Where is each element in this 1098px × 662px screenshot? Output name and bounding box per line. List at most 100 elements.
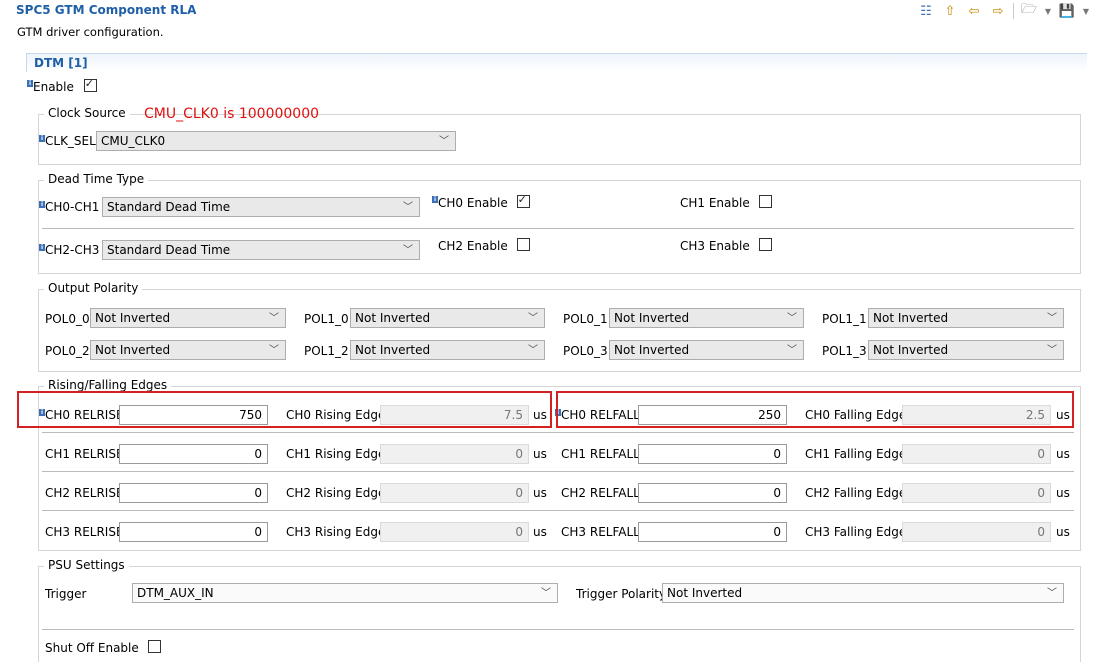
- forward-arrow-icon[interactable]: ⇨: [989, 3, 1007, 19]
- psu-settings-group: [38, 566, 1081, 662]
- pol1-0-combo[interactable]: Not Inverted ﹀: [350, 308, 545, 328]
- unit-label: us: [1056, 447, 1070, 461]
- trigger-polarity-value: Not Inverted: [667, 586, 743, 600]
- pol1-2-combo[interactable]: Not Inverted ﹀: [350, 340, 545, 360]
- enable-label: Enable: [33, 80, 74, 94]
- ch1-falling-value: 0: [902, 444, 1051, 464]
- ch2-enable-label: CH2 Enable: [438, 239, 508, 253]
- clock-source-label: Clock Source: [44, 106, 130, 120]
- editor-toolbar: ☷ ⇧ ⇦ ⇨ 🗁 ▼ 💾 ▼: [917, 2, 1090, 20]
- enable-checkbox[interactable]: [83, 77, 97, 92]
- pol1-2-value: Not Inverted: [355, 343, 431, 357]
- pol1-0-value: Not Inverted: [355, 311, 431, 325]
- pol1-3-combo[interactable]: Not Inverted ﹀: [868, 340, 1064, 360]
- pol1-1-combo[interactable]: Not Inverted ﹀: [868, 308, 1064, 328]
- trigger-combo[interactable]: DTM_AUX_IN ﹀: [132, 583, 558, 603]
- back-arrow-icon[interactable]: ⇦: [965, 3, 983, 19]
- ch1-relrise-label: CH1 RELRISE: [45, 447, 124, 461]
- ch3-rising-value: 0: [380, 522, 529, 542]
- psu-divider: [42, 629, 1074, 630]
- pol0-1-combo[interactable]: Not Inverted ﹀: [609, 308, 804, 328]
- dropdown-icon[interactable]: ▼: [1082, 3, 1090, 19]
- trigger-polarity-combo[interactable]: Not Inverted ﹀: [662, 583, 1064, 603]
- pol1-2-label: POL1_2: [304, 344, 349, 358]
- ch3-relrise-label: CH3 RELRISE: [45, 525, 124, 539]
- ch0-ch1-combo[interactable]: Standard Dead Time ﹀: [102, 197, 420, 217]
- pol0-2-label: POL0_2: [45, 344, 90, 358]
- ch2-ch3-value: Standard Dead Time: [107, 243, 231, 257]
- unit-label: us: [1056, 486, 1070, 500]
- pol0-0-label: POL0_0: [45, 312, 90, 326]
- enable-row: i Enable: [27, 77, 97, 94]
- edges-label: Rising/Falling Edges: [44, 378, 172, 392]
- unit-label: us: [1056, 525, 1070, 539]
- pol0-0-combo[interactable]: Not Inverted ﹀: [90, 308, 286, 328]
- ch0-ch1-label: CH0-CH1: [45, 200, 100, 214]
- trigger-label: Trigger: [45, 587, 87, 601]
- output-polarity-label: Output Polarity: [44, 281, 143, 295]
- clk-sel-label-wrap: i CLK_SEL: [39, 134, 96, 148]
- save-icon[interactable]: 💾: [1058, 3, 1076, 19]
- pol0-1-value: Not Inverted: [614, 311, 690, 325]
- ch0-ch1-label-wrap: i CH0-CH1: [39, 200, 99, 214]
- ch1-relrise-field[interactable]: 0: [119, 444, 268, 464]
- chevron-down-icon: ﹀: [1047, 588, 1057, 599]
- editor-subtitle: GTM driver configuration.: [17, 25, 164, 39]
- ch3-relrise-field[interactable]: 0: [119, 522, 268, 542]
- chevron-down-icon: ﹀: [403, 202, 413, 213]
- clk-sel-value: CMU_CLK0: [101, 134, 166, 148]
- edges-divider: [42, 432, 1074, 433]
- pol0-3-combo[interactable]: Not Inverted ﹀: [609, 340, 804, 360]
- chevron-down-icon: ﹀: [787, 313, 797, 324]
- chevron-down-icon: ﹀: [528, 345, 538, 356]
- ch3-falling-label: CH3 Falling Edge: [805, 525, 907, 539]
- ch1-rising-label: CH1 Rising Edge: [286, 447, 386, 461]
- shutoff-label: Shut Off Enable: [45, 641, 139, 655]
- clk-sel-label: CLK_SEL: [45, 134, 96, 148]
- pol1-0-label: POL1_0: [304, 312, 349, 326]
- trigger-value: DTM_AUX_IN: [137, 586, 214, 600]
- ch2-ch3-combo[interactable]: Standard Dead Time ﹀: [102, 240, 420, 260]
- ch1-falling-label: CH1 Falling Edge: [805, 447, 907, 461]
- ch2-rising-value: 0: [380, 483, 529, 503]
- ch3-relfall-field[interactable]: 0: [638, 522, 787, 542]
- ch2-falling-value: 0: [902, 483, 1051, 503]
- clk-sel-combo[interactable]: CMU_CLK0 ﹀: [96, 131, 456, 151]
- unit-label: us: [533, 447, 547, 461]
- ch2-ch3-label: CH2-CH3: [45, 243, 100, 257]
- dead-time-label: Dead Time Type: [44, 172, 149, 186]
- shutoff-checkbox[interactable]: [147, 640, 161, 653]
- highlight-box: [556, 391, 1074, 428]
- section-title[interactable]: DTM [1]: [34, 56, 88, 70]
- ch1-enable-checkbox[interactable]: [758, 195, 772, 208]
- toolbar-separator: [1013, 3, 1014, 19]
- pol0-2-combo[interactable]: Not Inverted ﹀: [90, 340, 286, 360]
- dropdown-icon[interactable]: ▼: [1044, 3, 1052, 19]
- ch2-relfall-field[interactable]: 0: [638, 483, 787, 503]
- ch0-ch1-value: Standard Dead Time: [107, 200, 231, 214]
- clock-annotation: CMU_CLK0 is 100000000: [144, 106, 320, 122]
- ch2-enable-checkbox[interactable]: [516, 238, 530, 251]
- pol0-0-value: Not Inverted: [95, 311, 171, 325]
- pol1-3-value: Not Inverted: [873, 343, 949, 357]
- ch1-relfall-field[interactable]: 0: [638, 444, 787, 464]
- ch0-enable-checkbox[interactable]: [516, 193, 530, 208]
- ch3-enable-wrap: CH3 Enable: [680, 238, 772, 253]
- ch2-relrise-field[interactable]: 0: [119, 483, 268, 503]
- up-arrow-icon[interactable]: ⇧: [941, 3, 959, 19]
- ch2-relrise-label: CH2 RELRISE: [45, 486, 124, 500]
- folder-open-icon[interactable]: 🗁: [1020, 2, 1038, 19]
- highlight-box: [17, 391, 552, 428]
- chevron-down-icon: ﹀: [528, 313, 538, 324]
- shutoff-wrap: Shut Off Enable: [45, 640, 161, 655]
- pol1-1-label: POL1_1: [822, 312, 867, 326]
- tree-icon[interactable]: ☷: [917, 3, 935, 19]
- ch2-ch3-label-wrap: i CH2-CH3: [39, 243, 99, 257]
- ch1-enable-label: CH1 Enable: [680, 196, 750, 210]
- pol0-1-label: POL0_1: [563, 312, 608, 326]
- ch2-relfall-label: CH2 RELFALL: [561, 486, 640, 500]
- ch3-enable-checkbox[interactable]: [758, 238, 772, 251]
- ch2-enable-wrap: CH2 Enable: [438, 238, 530, 253]
- psu-settings-label: PSU Settings: [44, 558, 129, 572]
- ch2-rising-label: CH2 Rising Edge: [286, 486, 386, 500]
